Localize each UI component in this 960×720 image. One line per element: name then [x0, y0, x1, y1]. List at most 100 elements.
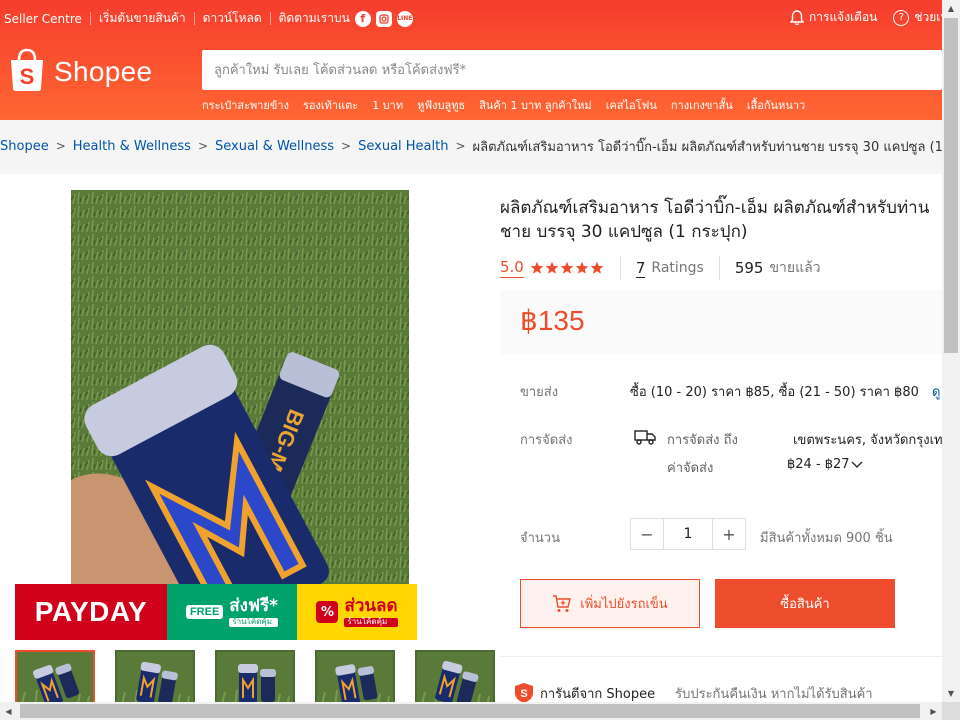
- search-bar: [202, 50, 942, 90]
- bell-icon[interactable]: [790, 9, 804, 26]
- payday-label: PAYDAY: [15, 584, 167, 640]
- decrease-button[interactable]: −: [631, 519, 663, 549]
- ratings-count[interactable]: 7: [635, 259, 646, 278]
- shipping-fee-value[interactable]: ฿24 - ฿27: [787, 457, 850, 472]
- facebook-icon[interactable]: f: [354, 10, 371, 27]
- follow-us-label: ติดตามเราบน: [278, 11, 350, 25]
- help-link[interactable]: ช่วยเหลือ: [914, 8, 942, 27]
- keyword-link[interactable]: 1 บาท: [372, 96, 403, 114]
- scroll-down-arrow-icon[interactable]: ▼: [942, 685, 960, 702]
- keyword-link[interactable]: รองเท้าแตะ: [303, 96, 358, 114]
- wholesale-label: ขายส่ง: [520, 385, 559, 400]
- breadcrumb: Shopee > Health & Wellness > Sexual & We…: [0, 128, 942, 164]
- breadcrumb-current: ผลิตภัณฑ์เสริมอาหาร โอดีว่าบิ๊ก-เอ็ม ผลิ…: [472, 139, 942, 155]
- shopee-bag-icon: S: [11, 48, 43, 91]
- quantity-stepper: − 1 +: [630, 518, 746, 550]
- discount-text: ส่วนลด: [344, 596, 398, 617]
- breadcrumb-category[interactable]: Health & Wellness: [73, 139, 191, 154]
- product-thumbnail[interactable]: [415, 650, 495, 702]
- chevron-right-icon: >: [341, 139, 352, 153]
- site-header: Seller Centre เริ่มต้นขายสินค้า ดาวน์โหล…: [0, 0, 942, 120]
- keyword-link[interactable]: กางเกงขาสั้น: [671, 96, 733, 114]
- free-shipping-text: ส่งฟรี*: [229, 596, 279, 617]
- shipping-label: การจัดส่ง: [520, 433, 573, 448]
- keyword-link[interactable]: หูฟังบลูทูธ: [417, 96, 465, 114]
- vertical-scrollbar[interactable]: ▲ ▼: [942, 0, 960, 702]
- trending-keywords: กระเป๋าสะพายข้าง รองเท้าแตะ 1 บาท หูฟังบ…: [202, 96, 819, 114]
- free-shipping-badge: FREE ส่งฟรี* ร้านโค้ดคุ้ม: [167, 584, 297, 640]
- svg-text:S: S: [20, 64, 35, 89]
- divider: [269, 12, 271, 25]
- keyword-link[interactable]: เสื้อกันหนาว: [747, 96, 805, 114]
- scroll-up-arrow-icon[interactable]: ▲: [942, 0, 960, 17]
- product-thumbnail[interactable]: [15, 650, 95, 702]
- star-icon: [560, 261, 574, 274]
- add-to-cart-button[interactable]: เพิ่มไปยังรถเข็น: [520, 579, 700, 628]
- truck-icon: [634, 430, 656, 445]
- chevron-right-icon: >: [455, 139, 466, 153]
- ship-to-value[interactable]: เขตพระนคร, จังหวัดกรุงเทพมหานคร: [793, 429, 942, 450]
- navbar-right: การแจ้งเตือน ? ช่วยเหลือ: [790, 8, 942, 27]
- divider: [718, 256, 720, 280]
- sold-count: 595: [734, 259, 764, 277]
- chevron-right-icon: >: [55, 139, 66, 153]
- chevron-right-icon: >: [197, 139, 209, 153]
- quantity-input[interactable]: 1: [663, 519, 713, 549]
- vertical-scroll-thumb[interactable]: [944, 18, 958, 353]
- navbar-left: Seller Centre เริ่มต้นขายสินค้า ดาวน์โหล…: [4, 9, 413, 28]
- promo-banner: PAYDAY FREE ส่งฟรี* ร้านโค้ดคุ้ม % ส่วนล…: [15, 584, 417, 640]
- line-icon[interactable]: LINE: [396, 10, 413, 27]
- cart-icon: [553, 594, 572, 612]
- scroll-right-arrow-icon[interactable]: ▶: [925, 702, 942, 720]
- scroll-left-arrow-icon[interactable]: ◀: [0, 702, 17, 720]
- shopee-guarantee: S การันตีจาก Shopee รับประกันคืนเงิน หาก…: [514, 682, 873, 702]
- star-icon: [530, 261, 544, 274]
- product-main-image[interactable]: BIG-M: [71, 190, 409, 640]
- product-thumbnail[interactable]: [115, 650, 195, 702]
- svg-text:S: S: [520, 688, 527, 700]
- product-price: ฿135: [520, 305, 585, 336]
- breadcrumb-home[interactable]: Shopee: [0, 139, 49, 154]
- star-icon: [575, 261, 589, 274]
- increase-button[interactable]: +: [713, 519, 745, 549]
- quantity-label: จำนวน: [520, 531, 560, 546]
- keyword-link[interactable]: เคสไอโฟน: [606, 96, 657, 114]
- thumbnail-strip: [15, 650, 495, 702]
- product-card: BIG-M PAYDAY FREE ส่งฟรี* ร้านโค้ดคุ้ม %…: [0, 174, 942, 702]
- breadcrumb-category[interactable]: Sexual Health: [358, 139, 448, 154]
- top-navbar: Seller Centre เริ่มต้นขายสินค้า ดาวน์โหล…: [0, 0, 942, 34]
- horizontal-scroll-thumb[interactable]: [20, 704, 920, 718]
- keyword-link[interactable]: สินค้า 1 บาท ลูกค้าใหม่: [479, 96, 591, 114]
- notifications-link[interactable]: การแจ้งเตือน: [809, 8, 877, 27]
- discount-subtext: ร้านโค้ดคุ้ม: [344, 617, 398, 627]
- star-icon: [590, 261, 604, 274]
- guarantee-description: รับประกันคืนเงิน หากไม่ได้รับสินค้า: [675, 686, 873, 702]
- wholesale-more-link[interactable]: ดู: [932, 381, 940, 402]
- shield-icon: S: [515, 683, 533, 702]
- divider: [619, 256, 621, 280]
- instagram-icon[interactable]: [375, 10, 392, 27]
- star-icon: [545, 261, 559, 274]
- shopee-logo[interactable]: S Shopee: [8, 48, 152, 92]
- rating-summary: 5.0 7 Ratings 595 ขายแล้ว: [500, 256, 821, 280]
- help-icon[interactable]: ?: [893, 9, 910, 26]
- breadcrumb-category[interactable]: Sexual & Wellness: [215, 139, 334, 154]
- ratings-label: Ratings: [651, 260, 704, 276]
- chevron-down-icon[interactable]: [851, 460, 863, 470]
- shipping-fee-label: ค่าจัดส่ง: [667, 461, 714, 476]
- product-thumbnail[interactable]: [215, 650, 295, 702]
- percent-icon: %: [316, 601, 339, 623]
- scrollbar-corner: [942, 702, 960, 720]
- seller-centre-link[interactable]: Seller Centre: [4, 12, 82, 26]
- ship-to-label: การจัดส่ง ถึง: [667, 433, 738, 448]
- download-link[interactable]: ดาวน์โหลด: [203, 9, 262, 28]
- buy-now-button[interactable]: ซื้อสินค้า: [715, 579, 895, 628]
- search-input[interactable]: [202, 50, 942, 90]
- start-selling-link[interactable]: เริ่มต้นขายสินค้า: [99, 9, 186, 28]
- add-to-cart-label: เพิ่มไปยังรถเข็น: [580, 597, 668, 612]
- keyword-link[interactable]: กระเป๋าสะพายข้าง: [202, 96, 289, 114]
- horizontal-scrollbar[interactable]: ◀ ▶: [0, 702, 942, 720]
- product-thumbnail[interactable]: [315, 650, 395, 702]
- stock-text: มีสินค้าทั้งหมด 900 ชิ้น: [760, 531, 893, 546]
- rating-score[interactable]: 5.0: [500, 258, 524, 278]
